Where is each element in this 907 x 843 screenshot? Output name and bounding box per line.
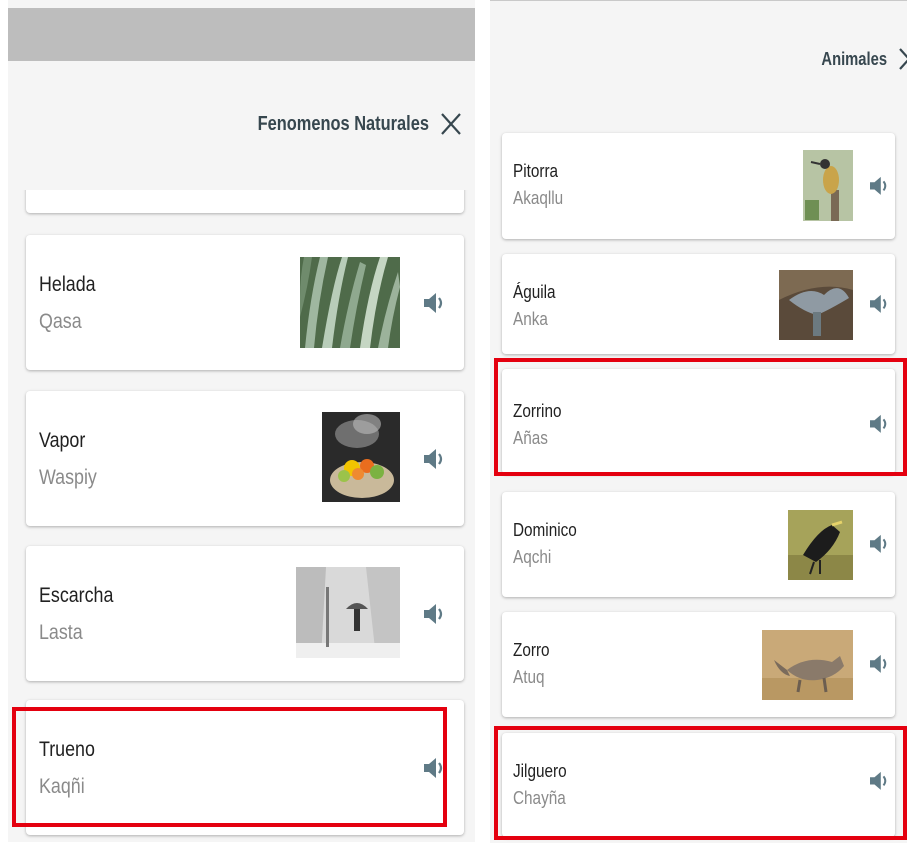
steaming-vegetables-image [322,412,400,502]
right-header-title: Animales [821,48,887,69]
black-bird-image [788,510,853,580]
vocab-card-aguila[interactable]: Águila Anka [502,254,895,354]
vocab-card-pitorra[interactable]: Pitorra Akaqllu [502,133,895,239]
list-clip [8,176,475,190]
left-header-title: Fenomenos Naturales [257,112,429,135]
vocab-card-zorrino[interactable]: Zorrino Añas [502,369,895,474]
quechua-word: Aqchi [513,547,552,567]
snowy-street-image [296,567,400,658]
spanish-word: Vapor [39,429,86,452]
vocab-card-zorro[interactable]: Zorro Atuq [502,612,895,717]
close-icon[interactable] [897,47,907,71]
quechua-word: Qasa [39,310,82,333]
quechua-word: Añas [513,428,548,448]
vocab-card-trueno[interactable]: Trueno Kaqñi [26,700,464,835]
vocab-card-dominico[interactable]: Dominico Aqchi [502,492,895,597]
volume-icon[interactable] [424,603,444,625]
vocab-card-jilguero[interactable]: Jilguero Chayña [502,733,895,837]
spanish-word: Zorro [513,640,550,660]
spanish-word: Dominico [513,520,577,540]
left-header: Fenomenos Naturales [220,112,463,136]
quechua-word: Akaqllu [513,188,564,208]
volume-icon[interactable] [870,414,888,434]
volume-icon[interactable] [870,294,888,314]
top-bar [8,8,475,61]
quechua-word: Kaqñi [39,775,85,798]
eagle-image [779,270,853,340]
frosted-leaves-image [300,257,400,348]
volume-icon[interactable] [870,771,888,791]
volume-icon[interactable] [870,176,888,196]
woodpecker-image [803,150,853,221]
volume-icon[interactable] [424,292,444,314]
spanish-word: Zorrino [513,401,562,421]
vocab-card-vapor[interactable]: Vapor Waspiy [26,391,464,526]
right-header: Animales [807,47,907,71]
volume-icon[interactable] [424,757,444,779]
vocab-card-helada[interactable]: Helada Qasa [26,235,464,370]
volume-icon[interactable] [870,654,888,674]
vocab-card-escarcha[interactable]: Escarcha Lasta [26,546,464,681]
volume-icon[interactable] [424,448,444,470]
spanish-word: Trueno [39,738,95,761]
spanish-word: Escarcha [39,584,114,607]
volume-icon[interactable] [870,534,888,554]
spanish-word: Jilguero [513,761,567,781]
spanish-word: Pitorra [513,161,559,181]
fox-image [762,630,853,700]
spanish-word: Águila [513,282,556,302]
left-panel: Fenomenos Naturales Helada Qasa Vapor Wa… [8,0,475,842]
quechua-word: Anka [513,309,548,329]
close-icon[interactable] [439,112,463,136]
spanish-word: Helada [39,273,96,296]
quechua-word: Lasta [39,621,83,644]
quechua-word: Chayña [513,788,566,808]
quechua-word: Waspiy [39,466,97,489]
right-panel: Animales Pitorra Akaqllu Águila Anka Zor… [490,0,907,843]
quechua-word: Atuq [513,667,545,687]
